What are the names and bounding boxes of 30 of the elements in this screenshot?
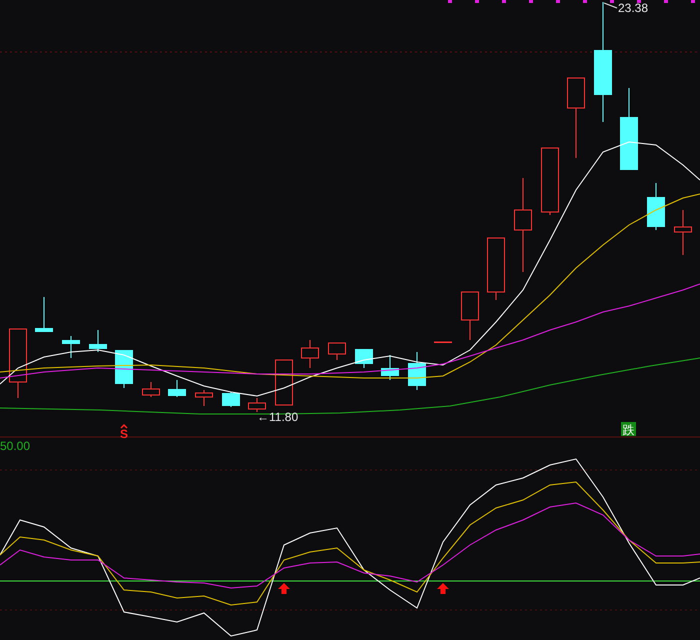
falling-candlestick [408, 352, 426, 390]
falling-candlestick [62, 336, 80, 358]
rising-candlestick [195, 390, 213, 406]
rising-candlestick [674, 210, 692, 256]
falling-candlestick [647, 182, 665, 230]
rising-candlestick [142, 382, 160, 398]
falling-candlestick [115, 350, 133, 388]
rising-candlestick [248, 398, 266, 412]
falling-candlestick [168, 380, 186, 398]
falling-candlestick [89, 330, 107, 352]
falling-candlestick [35, 296, 53, 332]
axis-label: 50.00 [0, 439, 30, 453]
rising-candlestick [301, 340, 319, 368]
rising-candlestick [541, 148, 559, 216]
low-price-label: ←11.80 [257, 410, 298, 424]
rising-candlestick [434, 342, 452, 343]
high-price-label: 23.38 [618, 1, 648, 15]
rising-candlestick [487, 238, 505, 300]
rising-candlestick [461, 292, 479, 340]
up-arrow-icon [437, 583, 449, 594]
falling-candlestick [355, 348, 373, 368]
up-arrow-icon [278, 583, 290, 594]
fall-signal: 跌 [621, 422, 636, 437]
leader-line [604, 2, 618, 8]
rising-candlestick [275, 360, 293, 406]
rising-candlestick [9, 328, 27, 398]
rising-candlestick [328, 342, 346, 360]
sell-signal: S [120, 424, 128, 441]
falling-candlestick [222, 392, 240, 408]
falling-candlestick [381, 354, 399, 380]
